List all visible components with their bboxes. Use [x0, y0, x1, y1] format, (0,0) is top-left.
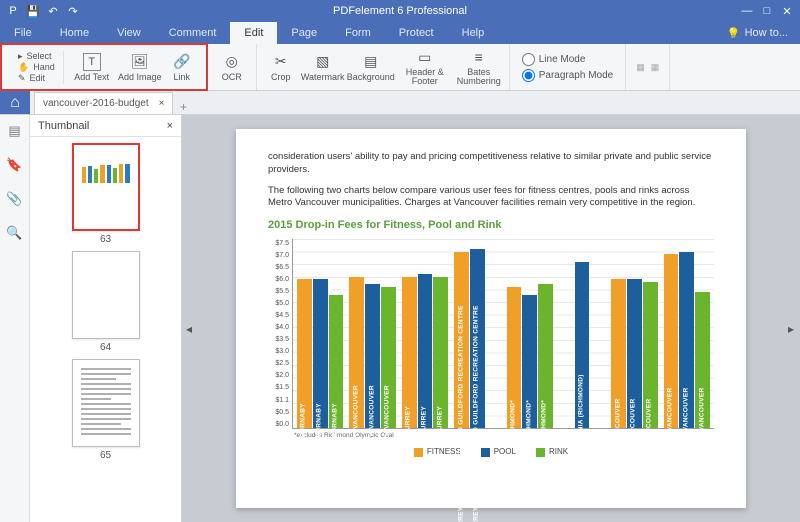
- body-text: The following two charts below compare v…: [268, 185, 714, 211]
- document-page: consideration users' ability to pay and …: [236, 129, 746, 508]
- tool-select[interactable]: ▸Select: [18, 51, 55, 62]
- save-icon[interactable]: 💾: [26, 5, 40, 18]
- cursor-icon: ▸: [18, 51, 23, 62]
- menu-help[interactable]: Help: [448, 22, 499, 44]
- image-icon: 🖼: [131, 53, 149, 71]
- prev-page-arrow[interactable]: ◂: [186, 319, 194, 339]
- menu-home[interactable]: Home: [46, 22, 103, 44]
- thumbnail-page[interactable]: 64: [72, 251, 140, 353]
- tabstrip: ⌂ vancouver-2016-budget × +: [0, 91, 800, 115]
- ocr-icon: ◎: [223, 53, 241, 71]
- canvas-area: ◂ ▸ consideration users' ability to pay …: [182, 115, 800, 522]
- edit-icon: ✎: [18, 73, 26, 84]
- chart: $7.5$7.0$6.5$6.0$5.5$5.0$4.5$4.0$3.5$3.0…: [268, 239, 714, 429]
- menu-page[interactable]: Page: [277, 22, 331, 44]
- bookmark-icon[interactable]: 🔖: [6, 157, 22, 173]
- chart-legend: FITNESS POOL RINK: [268, 447, 714, 458]
- chart-title: 2015 Drop-in Fees for Fitness, Pool and …: [268, 218, 714, 233]
- background-icon: ▤: [362, 53, 380, 71]
- ribbon: ▸Select ✋Hand ✎Edit TAdd Text 🖼Add Image…: [0, 44, 800, 91]
- close-icon[interactable]: ✕: [778, 5, 796, 18]
- document-tab[interactable]: vancouver-2016-budget ×: [34, 92, 173, 114]
- add-image-button[interactable]: 🖼Add Image: [116, 45, 164, 89]
- undo-icon[interactable]: ↶: [46, 5, 60, 18]
- link-button[interactable]: 🔗Link: [164, 45, 200, 89]
- menu-comment[interactable]: Comment: [155, 22, 231, 44]
- minimize-icon[interactable]: —: [738, 5, 756, 18]
- chart-plot: BURNABYBURNABYBURNABYNORTH VANCOUVERNORT…: [292, 239, 714, 429]
- header-footer-icon: ▭: [416, 48, 434, 66]
- thumbnail-page[interactable]: 63: [72, 143, 140, 245]
- tab-close-icon[interactable]: ×: [159, 98, 165, 109]
- menu-protect[interactable]: Protect: [385, 22, 448, 44]
- app-icon: P: [6, 5, 20, 18]
- watermark-icon: ▧: [314, 53, 332, 71]
- app-title: PDFelement 6 Professional: [333, 5, 467, 17]
- crop-button[interactable]: ✂Crop: [263, 44, 299, 90]
- search-icon[interactable]: 🔍: [6, 225, 22, 241]
- body-text: consideration users' ability to pay and …: [268, 151, 714, 177]
- maximize-icon[interactable]: □: [758, 5, 776, 18]
- titlebar: P 💾 ↶ ↷ PDFelement 6 Professional — □ ✕: [0, 0, 800, 22]
- attachment-icon[interactable]: 📎: [6, 191, 22, 207]
- menu-edit[interactable]: Edit: [230, 22, 277, 44]
- quick-access: P 💾 ↶ ↷: [0, 5, 80, 18]
- watermark-button[interactable]: ▧Watermark: [299, 44, 347, 90]
- menu-form[interactable]: Form: [331, 22, 385, 44]
- background-button[interactable]: ▤Background: [347, 44, 395, 90]
- workspace: ▤ 🔖 📎 🔍 Thumbnail × 63 64 65 ◂ ▸: [0, 115, 800, 522]
- ocr-button[interactable]: ◎OCR: [214, 44, 250, 90]
- add-text-button[interactable]: TAdd Text: [68, 45, 116, 89]
- y-axis: $7.5$7.0$6.5$6.0$5.5$5.0$4.5$4.0$3.5$3.0…: [268, 239, 292, 429]
- bates-button[interactable]: ≡Bates Numbering: [455, 44, 503, 90]
- header-footer-button[interactable]: ▭Header & Footer: [395, 44, 455, 90]
- home-icon: ⌂: [10, 94, 20, 112]
- bates-icon: ≡: [470, 48, 488, 66]
- bulb-icon: 💡: [727, 27, 741, 40]
- next-page-arrow[interactable]: ▸: [788, 319, 796, 339]
- align-icon-1[interactable]: ▦: [636, 62, 645, 73]
- thumbnail-page[interactable]: 65: [72, 359, 140, 461]
- thumbnail-panel: Thumbnail × 63 64 65: [30, 115, 182, 522]
- hand-icon: ✋: [18, 62, 29, 73]
- link-icon: 🔗: [173, 53, 191, 71]
- redo-icon[interactable]: ↷: [66, 5, 80, 18]
- crop-icon: ✂: [272, 53, 290, 71]
- paragraph-mode-radio[interactable]: Paragraph Mode: [522, 69, 614, 82]
- ribbon-edit-highlight: ▸Select ✋Hand ✎Edit TAdd Text 🖼Add Image…: [0, 43, 208, 91]
- text-icon: T: [83, 53, 101, 71]
- line-mode-radio[interactable]: Line Mode: [522, 53, 586, 66]
- align-icon-2[interactable]: ▦: [651, 62, 660, 73]
- menubar: File Home View Comment Edit Page Form Pr…: [0, 22, 800, 44]
- tool-edit[interactable]: ✎Edit: [18, 73, 55, 84]
- add-tab-button[interactable]: +: [173, 100, 193, 114]
- sidebar-iconstrip: ▤ 🔖 📎 🔍: [0, 115, 30, 522]
- thumbnails-icon[interactable]: ▤: [8, 123, 20, 139]
- tool-hand[interactable]: ✋Hand: [18, 62, 55, 73]
- thumbnail-title: Thumbnail: [38, 120, 89, 132]
- menu-view[interactable]: View: [103, 22, 155, 44]
- thumbnail-close-icon[interactable]: ×: [167, 120, 173, 132]
- menu-file[interactable]: File: [0, 22, 46, 44]
- how-to-link[interactable]: 💡How to...: [727, 27, 800, 40]
- home-tab[interactable]: ⌂: [0, 91, 30, 114]
